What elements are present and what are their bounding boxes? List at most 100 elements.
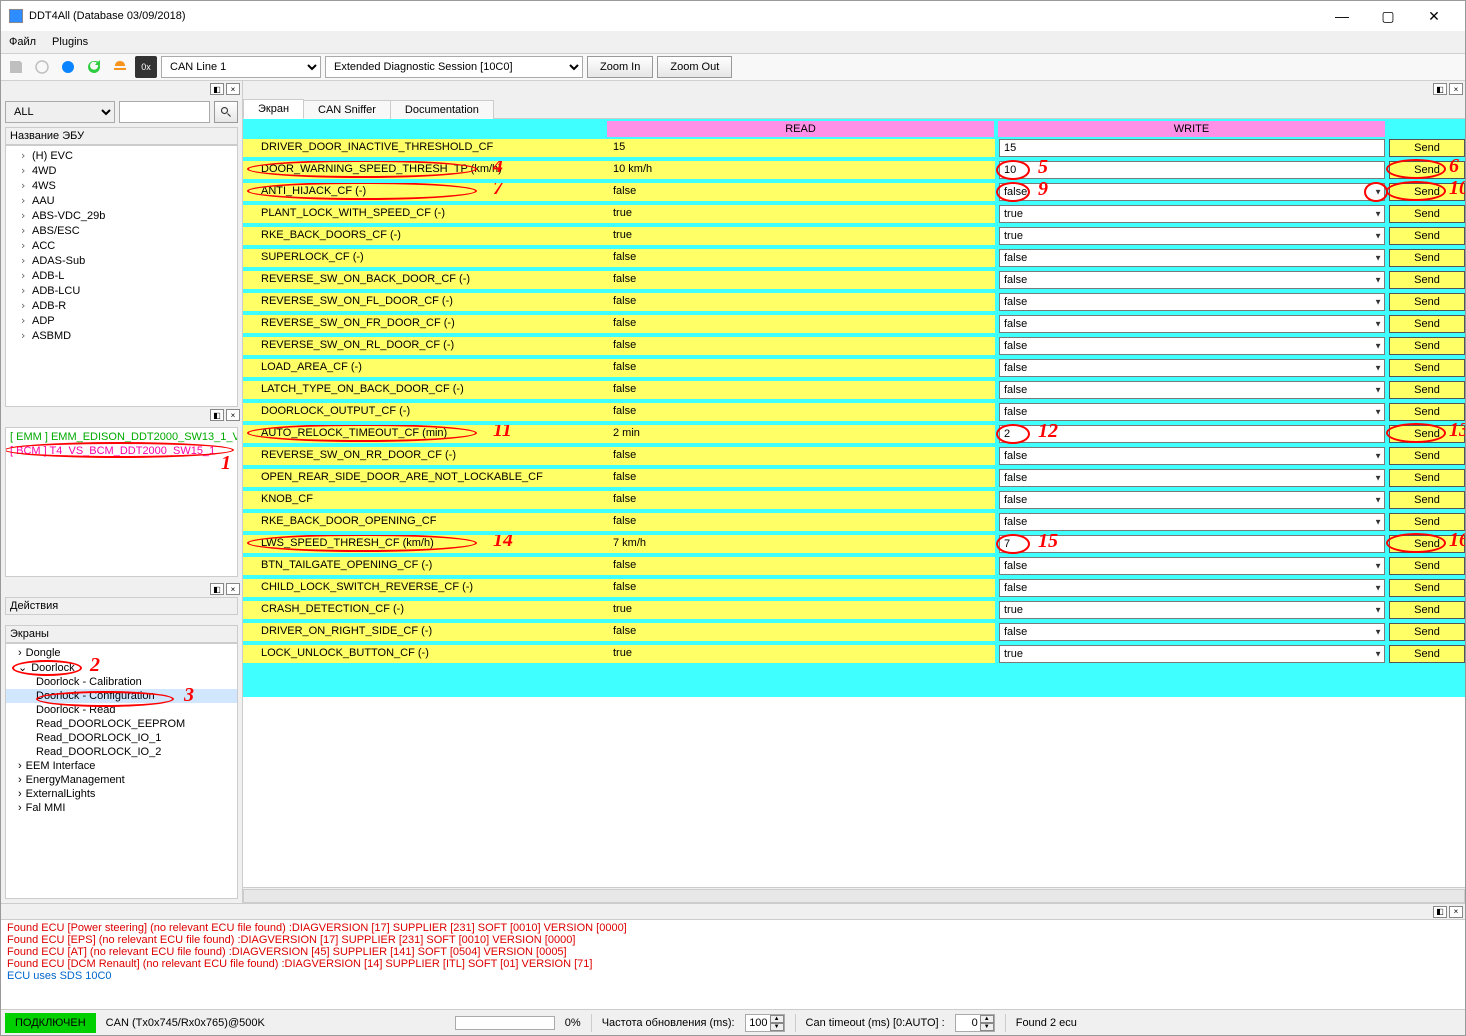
param-write-input[interactable]: false▼	[999, 359, 1385, 377]
param-write-input[interactable]: false▼98	[999, 183, 1385, 201]
send-button[interactable]: Send	[1389, 403, 1465, 421]
ecu-tree-item[interactable]: ›4WS	[6, 178, 237, 193]
param-write-input[interactable]: 105	[999, 161, 1385, 179]
horizontal-scrollbar[interactable]	[243, 889, 1465, 903]
send-button[interactable]: Send	[1389, 579, 1465, 597]
ecu-file-list[interactable]: 1 [ EMM ] EMM_EDISON_DDT2000_SW13_1_V1_3…	[5, 427, 238, 577]
dropdown-arrow-icon[interactable]: ▼	[1374, 562, 1382, 571]
dock-float-icon[interactable]: ◧	[210, 83, 224, 95]
dock-float-icon[interactable]: ◧	[210, 409, 224, 421]
dropdown-arrow-icon[interactable]: ▼	[1374, 584, 1382, 593]
send-button[interactable]: Send	[1389, 381, 1465, 399]
dock-close-icon[interactable]: ×	[226, 583, 240, 595]
dropdown-arrow-icon[interactable]: ▼	[1374, 496, 1382, 505]
screen-tree-item[interactable]: ›Dongle	[6, 646, 237, 660]
screen-tree-item[interactable]: ›EnergyManagement	[6, 773, 237, 787]
ecu-tree-item[interactable]: ›AAU	[6, 193, 237, 208]
dropdown-arrow-icon[interactable]: ▼	[1374, 232, 1382, 241]
param-write-input[interactable]: false▼	[999, 315, 1385, 333]
param-write-input[interactable]: 715	[999, 535, 1385, 553]
param-write-input[interactable]: true▼	[999, 645, 1385, 663]
dropdown-arrow-icon[interactable]: ▼	[1374, 606, 1382, 615]
dock-float-icon[interactable]: ◧	[1433, 906, 1447, 918]
param-write-input[interactable]: true▼	[999, 601, 1385, 619]
spin-up-icon[interactable]: ▲	[980, 1015, 994, 1023]
ecu-filter-select[interactable]: ALL	[5, 101, 115, 123]
hex-icon[interactable]: 0x	[135, 56, 157, 78]
ecu-tree[interactable]: ›(H) EVC›4WD›4WS›AAU›ABS-VDC_29b›ABS/ESC…	[5, 145, 238, 407]
send-button[interactable]: Send	[1389, 469, 1465, 487]
dtc-icon[interactable]	[31, 56, 53, 78]
ecu-search-button[interactable]	[214, 101, 238, 123]
ecu-tree-item[interactable]: ›ADB-LCU	[6, 283, 237, 298]
send-button[interactable]: Send	[1389, 513, 1465, 531]
send-button[interactable]: Send	[1389, 425, 1465, 443]
ecu-tree-item[interactable]: ›ADP	[6, 313, 237, 328]
dropdown-arrow-icon[interactable]: ▼	[1374, 386, 1382, 395]
dock-close-icon[interactable]: ×	[1449, 906, 1463, 918]
param-write-input[interactable]: false▼	[999, 447, 1385, 465]
send-button[interactable]: Send	[1389, 315, 1465, 333]
ecu-tree-item[interactable]: ›ADAS-Sub	[6, 253, 237, 268]
screen-tree-item[interactable]: Doorlock - Calibration	[6, 675, 237, 689]
dropdown-arrow-icon[interactable]: ▼	[1374, 342, 1382, 351]
send-button[interactable]: Send	[1389, 447, 1465, 465]
screen-tree-item[interactable]: Read_DOORLOCK_IO_1	[6, 731, 237, 745]
param-write-input[interactable]: false▼	[999, 271, 1385, 289]
param-write-input[interactable]: false▼	[999, 249, 1385, 267]
screen-tree-item[interactable]: Read_DOORLOCK_EEPROM	[6, 717, 237, 731]
screen-tree-item[interactable]: Read_DOORLOCK_IO_2	[6, 745, 237, 759]
tab-documentation[interactable]: Documentation	[390, 100, 494, 119]
dropdown-arrow-icon[interactable]: ▼	[1374, 276, 1382, 285]
send-button[interactable]: Send	[1389, 161, 1465, 179]
send-button[interactable]: Send	[1389, 249, 1465, 267]
ecu-file-item[interactable]: [ EMM ] EMM_EDISON_DDT2000_SW13_1_V1_3	[10, 430, 233, 444]
menu-file[interactable]: Файл	[9, 36, 36, 48]
screen-tree-item[interactable]: ›ExternalLights	[6, 787, 237, 801]
tab-ekran[interactable]: Экран	[243, 99, 304, 119]
screen-tree[interactable]: 2 3 ›Dongle⌄DoorlockDoorlock - Calibrati…	[5, 643, 238, 899]
dock-close-icon[interactable]: ×	[226, 409, 240, 421]
dropdown-arrow-icon[interactable]: ▼	[1374, 210, 1382, 219]
send-button[interactable]: Send	[1389, 535, 1465, 553]
maximize-button[interactable]: ▢	[1365, 1, 1411, 31]
dropdown-arrow-icon[interactable]: ▼	[1374, 320, 1382, 329]
ecu-tree-item[interactable]: ›ASBMD	[6, 328, 237, 343]
param-write-input[interactable]: 212	[999, 425, 1385, 443]
tab-can-sniffer[interactable]: CAN Sniffer	[303, 100, 391, 119]
zoom-in-button[interactable]: Zoom In	[587, 56, 653, 78]
send-button[interactable]: Send	[1389, 623, 1465, 641]
close-button[interactable]: ✕	[1411, 1, 1457, 31]
diag-session-select[interactable]: Extended Diagnostic Session [10C0]	[325, 56, 583, 78]
dock-float-icon[interactable]: ◧	[1433, 83, 1447, 95]
param-write-input[interactable]: false▼	[999, 513, 1385, 531]
send-button[interactable]: Send	[1389, 359, 1465, 377]
minimize-button[interactable]: —	[1319, 1, 1365, 31]
send-button[interactable]: Send	[1389, 293, 1465, 311]
spin-down-icon[interactable]: ▼	[980, 1023, 994, 1031]
send-button[interactable]: Send	[1389, 183, 1465, 201]
param-write-input[interactable]: false▼	[999, 623, 1385, 641]
dock-close-icon[interactable]: ×	[226, 83, 240, 95]
dock-float-icon[interactable]: ◧	[210, 583, 224, 595]
dropdown-arrow-icon[interactable]: ▼	[1374, 452, 1382, 461]
spin-down-icon[interactable]: ▼	[770, 1023, 784, 1031]
ecu-tree-item[interactable]: ›ADB-R	[6, 298, 237, 313]
dropdown-arrow-icon[interactable]: ▼	[1374, 518, 1382, 527]
param-write-input[interactable]: true▼	[999, 205, 1385, 223]
dropdown-arrow-icon[interactable]: ▼	[1374, 254, 1382, 263]
spin-up-icon[interactable]: ▲	[770, 1015, 784, 1023]
param-write-input[interactable]: false▼	[999, 469, 1385, 487]
ecu-tree-item[interactable]: ›(H) EVC	[6, 148, 237, 163]
screen-tree-item[interactable]: ⌄Doorlock	[6, 660, 237, 675]
refresh-icon[interactable]	[83, 56, 105, 78]
send-button[interactable]: Send	[1389, 601, 1465, 619]
can-line-select[interactable]: CAN Line 1	[161, 56, 321, 78]
expert-mode-icon[interactable]	[109, 56, 131, 78]
ecu-tree-item[interactable]: ›ABS-VDC_29b	[6, 208, 237, 223]
dropdown-arrow-icon[interactable]: ▼	[1374, 650, 1382, 659]
send-button[interactable]: Send	[1389, 337, 1465, 355]
send-button[interactable]: Send	[1389, 271, 1465, 289]
dock-close-icon[interactable]: ×	[1449, 83, 1463, 95]
ecu-file-item[interactable]: [ BCM ] T4_VS_BCM_DDT2000_SW15_1	[10, 444, 233, 458]
